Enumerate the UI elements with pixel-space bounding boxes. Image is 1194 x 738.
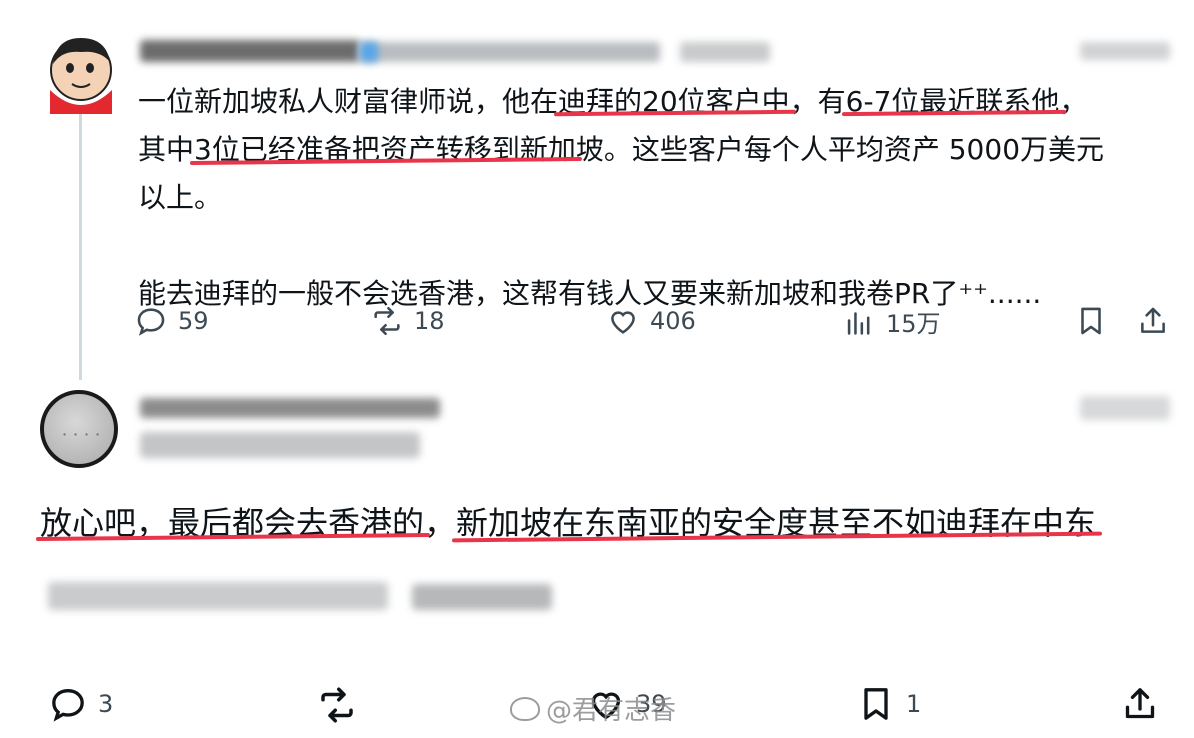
share-button[interactable] xyxy=(1136,304,1170,338)
tweet-action-bar: 59 18 406 15万 xyxy=(134,300,1174,346)
weibo-watermark: @君有志香 xyxy=(510,690,676,727)
handle-blurred xyxy=(360,42,660,62)
bar-chart-icon xyxy=(847,311,870,335)
bookmark-icon xyxy=(1081,307,1101,335)
share-icon xyxy=(1125,688,1155,719)
reply-icon xyxy=(52,688,84,722)
share-icon xyxy=(1141,307,1165,333)
avatar-decoration: ∙∙∙∙ xyxy=(62,430,107,439)
like-count: 406 xyxy=(650,307,696,335)
view-count: 15万 xyxy=(886,310,941,338)
like-button[interactable]: 406 xyxy=(606,304,696,338)
retweet-icon xyxy=(374,306,400,336)
reply-username-blurred xyxy=(140,398,440,418)
bookmark-icon xyxy=(864,688,888,720)
views-button[interactable]: 15万 xyxy=(842,304,941,339)
bookmark-button[interactable]: 1 xyxy=(856,684,921,724)
reply-views-blurred xyxy=(412,584,552,610)
share-button[interactable] xyxy=(1120,684,1160,724)
username-blurred xyxy=(140,40,360,62)
bookmark-count: 1 xyxy=(906,690,922,718)
blue-verified-blurred xyxy=(360,42,378,62)
underlined-phrase: 3位已经准备把资产转移到新加 xyxy=(194,133,576,166)
reply-handle-blurred xyxy=(140,432,420,458)
heart-icon xyxy=(611,311,635,334)
more-options-blurred xyxy=(1080,42,1170,60)
reply-text: 放心吧，最后都会去香港的，新加坡在东南亚的安全度甚至不如迪拜在中东 xyxy=(40,504,1097,542)
retweet-button[interactable] xyxy=(316,684,358,726)
bookmark-button[interactable] xyxy=(1074,304,1108,338)
retweet-button[interactable]: 18 xyxy=(370,304,445,338)
user-avatar-cartoon[interactable] xyxy=(44,30,118,114)
timestamp-blurred xyxy=(680,42,770,62)
reply-timestamp-blurred xyxy=(48,582,388,610)
reply-button[interactable]: 3 xyxy=(48,684,113,724)
underlined-phrase: 迪拜的20位客户中 xyxy=(558,85,790,118)
underlined-phrase: 放心吧，最后都会去香港的 xyxy=(40,504,425,542)
watermark-text: @君有志香 xyxy=(546,696,677,726)
reply-count: 3 xyxy=(98,690,114,718)
reply-icon xyxy=(137,308,165,336)
reply-count: 59 xyxy=(178,307,209,335)
reply-button[interactable]: 59 xyxy=(134,304,209,338)
retweet-count: 18 xyxy=(414,307,445,335)
reply-more-options-blurred xyxy=(1080,396,1170,420)
user-avatar-gray[interactable]: ∙∙∙∙ xyxy=(40,390,118,468)
thread-connector-line xyxy=(79,112,82,380)
underlined-phrase: 新加坡在东南亚的安全度甚至不如迪拜在中东 xyxy=(456,504,1097,542)
retweet-icon xyxy=(321,687,353,723)
tweet-text: 一位新加坡私人财富律师说，他在迪拜的20位客户中，有6-7位最近联系他， 其中3… xyxy=(138,85,1105,310)
weibo-icon xyxy=(510,696,540,721)
underlined-phrase: 6-7位最近联系他 xyxy=(845,85,1060,118)
